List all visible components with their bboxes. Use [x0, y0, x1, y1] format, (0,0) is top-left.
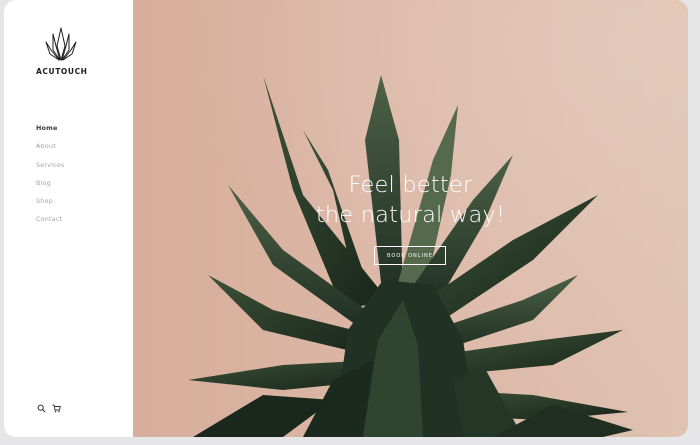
- nav-item-about[interactable]: About: [36, 142, 65, 160]
- app-frame: ACUTOUCH Home About Services Blog Shop C…: [4, 0, 688, 437]
- headline-line-2: the natural way!: [315, 201, 506, 228]
- nav-item-blog[interactable]: Blog: [36, 179, 65, 197]
- headline-line-1: Feel better: [348, 172, 473, 198]
- sidebar: ACUTOUCH Home About Services Blog Shop C…: [4, 0, 133, 437]
- cart-icon[interactable]: [52, 398, 61, 413]
- sidebar-tools: [37, 398, 61, 413]
- nav-item-shop[interactable]: Shop: [36, 197, 65, 215]
- hero-headline: Feel better the natural way!: [133, 171, 688, 230]
- brand-name: ACUTOUCH: [36, 67, 88, 76]
- search-icon[interactable]: [37, 398, 46, 413]
- book-online-button[interactable]: BOOK ONLINE: [374, 246, 446, 265]
- nav-item-services[interactable]: Services: [36, 161, 65, 179]
- main-nav: Home About Services Blog Shop Contact: [36, 124, 65, 234]
- nav-item-contact[interactable]: Contact: [36, 215, 65, 233]
- nav-item-home[interactable]: Home: [36, 124, 65, 142]
- hero-section: Feel better the natural way! BOOK ONLINE: [133, 0, 688, 437]
- lotus-leaves-icon: [45, 27, 77, 61]
